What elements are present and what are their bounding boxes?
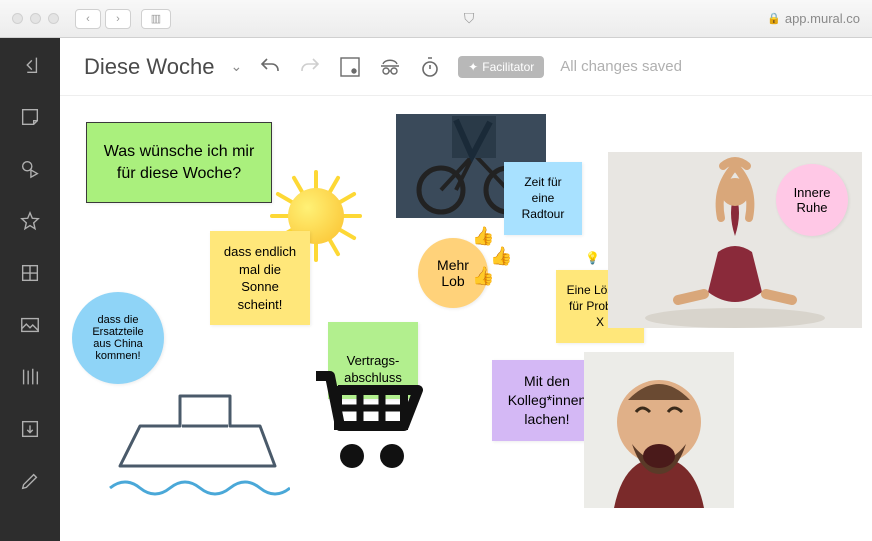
note-sun-wish[interactable]: dass endlich mal die Sonne scheint!	[210, 231, 310, 325]
note-text: Mit den Kolleg*innen lachen!	[508, 373, 587, 427]
sticky-note-icon[interactable]	[19, 106, 41, 128]
note-text: Was wünsche ich mir für diese Woche?	[104, 143, 255, 182]
nav-buttons: ‹ ›	[75, 9, 131, 29]
window-traffic-lights	[12, 13, 59, 24]
save-status: All changes saved	[560, 58, 682, 75]
timer-icon[interactable]	[418, 55, 442, 79]
frameworks-icon[interactable]	[19, 262, 41, 284]
note-calm[interactable]: Innere Ruhe	[776, 164, 848, 236]
star-icon[interactable]	[19, 210, 41, 232]
private-mode-icon[interactable]	[338, 55, 362, 79]
note-text: Mehr Lob	[428, 257, 478, 289]
left-sidebar	[0, 38, 60, 541]
traffic-dot[interactable]	[12, 13, 23, 24]
browser-chrome: ‹ › ▥ ⛉ 🔒 app.mural.co	[0, 0, 872, 38]
thumbs-up-icon: 👍	[472, 226, 494, 247]
traffic-dot[interactable]	[30, 13, 41, 24]
url-host: app.mural.co	[785, 11, 860, 26]
note-prompt[interactable]: Was wünsche ich mir für diese Woche?	[86, 122, 272, 203]
shape-icon[interactable]	[19, 158, 41, 180]
import-icon[interactable]	[19, 418, 41, 440]
sidebar-toggle[interactable]: ▥	[141, 9, 171, 29]
files-icon[interactable]	[19, 366, 41, 388]
note-text: Zeit für eine Radtour	[522, 175, 565, 221]
mural-title[interactable]: Diese Woche	[84, 54, 214, 80]
ship-drawing[interactable]	[100, 376, 290, 506]
note-text: dass die Ersatzteile aus China kommen!	[82, 314, 154, 362]
note-text: dass endlich mal die Sonne scheint!	[224, 244, 296, 312]
address-bar[interactable]: 🔒 app.mural.co	[767, 11, 860, 26]
cart-icon[interactable]	[308, 366, 428, 476]
forward-button[interactable]: ›	[105, 9, 131, 29]
photo-laughing[interactable]	[584, 352, 734, 508]
traffic-dot[interactable]	[48, 13, 59, 24]
title-dropdown-icon[interactable]: ⌄	[230, 58, 242, 75]
top-toolbar: Diese Woche ⌄ ✦ Facilitator All changes …	[60, 38, 872, 96]
exit-icon[interactable]	[19, 54, 41, 76]
shield-icon: ⛉	[464, 10, 475, 27]
canvas[interactable]: Was wünsche ich mir für diese Woche? das…	[60, 96, 872, 541]
lightbulb-icon: 💡	[585, 251, 600, 265]
thumbs-up-icon: 👍	[472, 266, 494, 287]
incognito-icon[interactable]	[378, 55, 402, 79]
draw-icon[interactable]	[19, 470, 41, 492]
image-icon[interactable]	[19, 314, 41, 336]
note-spare-parts[interactable]: dass die Ersatzteile aus China kommen!	[72, 292, 164, 384]
lock-icon: 🔒	[767, 12, 781, 25]
facilitator-badge[interactable]: ✦ Facilitator	[458, 56, 544, 78]
note-text: Innere Ruhe	[786, 185, 838, 215]
back-button[interactable]: ‹	[75, 9, 101, 29]
undo-icon[interactable]	[258, 55, 282, 79]
facilitator-label: Facilitator	[482, 60, 534, 74]
note-bike[interactable]: Zeit für eine Radtour	[504, 162, 582, 235]
redo-icon[interactable]	[298, 55, 322, 79]
thumbs-up-icon: 👍	[490, 246, 512, 267]
